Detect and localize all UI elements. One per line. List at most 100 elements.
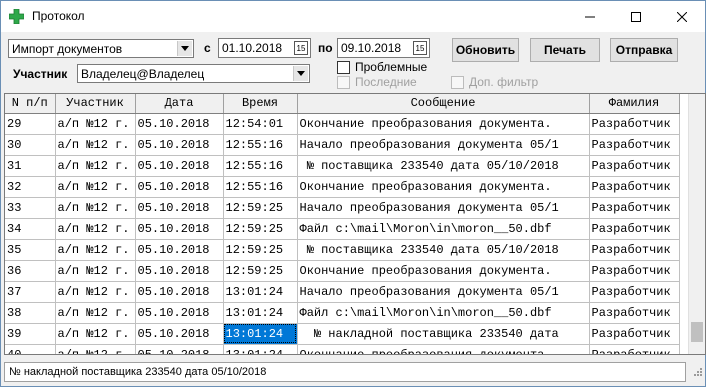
table-row[interactable]: 35 а/п №12 г. 05.10.2018 12:59:25 № поставщ… [5,239,680,261]
column-header[interactable]: Фамилия [589,94,680,114]
table-cell[interactable]: а/п №12 г. [55,134,136,156]
table-cell[interactable]: 12:59:25 [223,239,298,261]
close-button[interactable] [659,1,705,32]
table-cell[interactable]: № поставщика 233540 дата 05/10/2018 [297,239,590,261]
checkbox-box[interactable] [337,75,350,89]
date-from-field[interactable]: 01.10.2018 15 [218,38,311,58]
table-cell[interactable]: Разработчик [589,344,680,354]
table-cell[interactable]: 05.10.2018 [135,344,224,354]
table-row[interactable]: 40 а/п №12 г. 05.10.2018 13:01:24 Окончание … [5,344,680,354]
table-cell[interactable]: а/п №12 г. [55,344,136,354]
table-cell[interactable]: 33 [5,197,56,219]
column-header[interactable]: Дата [135,94,224,114]
table-cell[interactable]: 29 [5,113,56,135]
table-cell[interactable]: Файл c:\mail\Moron\in\moron__50.dbf [297,302,590,324]
protocol-table[interactable]: N п/п Участник Дата Время Сообщение Фамилия 2… [4,93,706,355]
table-cell[interactable]: № накладной поставщика 233540 дата [297,323,590,345]
column-header[interactable]: N п/п [5,94,56,114]
refresh-button[interactable]: Обновить [452,38,519,62]
table-cell[interactable]: а/п №12 г. [55,281,136,303]
table-cell[interactable]: а/п №12 г. [55,323,136,345]
table-cell[interactable]: 32 [5,176,56,198]
minimize-button[interactable] [567,1,613,32]
participant-select[interactable]: Владелец@Владелец [77,64,310,83]
table-cell[interactable]: Разработчик [589,134,680,156]
table-cell[interactable]: Окончание преобразования документа. [297,344,590,354]
table-row[interactable]: 38 а/п №12 г. 05.10.2018 13:01:24 Файл c:\ma… [5,302,680,324]
table-cell[interactable]: 12:54:01 [223,113,298,135]
extra-filter-checkbox[interactable]: Доп. фильтр [451,75,538,89]
table-cell[interactable]: 05.10.2018 [135,134,224,156]
title-bar[interactable]: Протокол [1,1,705,32]
table-cell[interactable]: 05.10.2018 [135,239,224,261]
problem-checkbox[interactable]: Проблемные [337,60,427,74]
table-cell[interactable]: Разработчик [589,260,680,282]
table-cell[interactable]: а/п №12 г. [55,302,136,324]
table-row[interactable]: 33 а/п №12 г. 05.10.2018 12:59:25 Начало пре… [5,197,680,219]
recent-checkbox[interactable]: Последние [337,75,417,89]
table-cell[interactable]: 05.10.2018 [135,155,224,177]
table-cell[interactable]: 05.10.2018 [135,260,224,282]
table-row[interactable]: 30 а/п №12 г. 05.10.2018 12:55:16 Начало пре… [5,134,680,156]
table-cell[interactable]: Начало преобразования документа 05/1 [297,197,590,219]
table-cell[interactable]: 13:01:24 [223,323,298,345]
table-cell[interactable]: 12:59:25 [223,197,298,219]
table-cell[interactable]: Разработчик [589,302,680,324]
table-cell[interactable]: а/п №12 г. [55,239,136,261]
table-row[interactable]: 39 а/п №12 г. 05.10.2018 13:01:24 № накладн… [5,323,680,345]
table-cell[interactable]: 05.10.2018 [135,302,224,324]
table-cell[interactable]: 05.10.2018 [135,113,224,135]
table-cell[interactable]: 38 [5,302,56,324]
table-cell[interactable]: Окончание преобразования документа. [297,176,590,198]
table-cell[interactable]: 05.10.2018 [135,176,224,198]
table-cell[interactable]: 13:01:24 [223,302,298,324]
chevron-down-icon[interactable] [293,66,308,81]
table-row[interactable]: 36 а/п №12 г. 05.10.2018 12:59:25 Окончание … [5,260,680,282]
table-cell[interactable]: а/п №12 г. [55,113,136,135]
table-row[interactable]: 34 а/п №12 г. 05.10.2018 12:59:25 Файл c:\ma… [5,218,680,240]
column-header[interactable]: Участник [55,94,136,114]
print-button[interactable]: Печать [530,38,600,62]
calendar-icon[interactable]: 15 [294,41,308,55]
table-cell[interactable]: № поставщика 233540 дата 05/10/2018 [297,155,590,177]
table-cell[interactable]: 05.10.2018 [135,218,224,240]
checkbox-box[interactable] [337,60,350,74]
table-cell[interactable]: 34 [5,218,56,240]
table-cell[interactable]: 05.10.2018 [135,281,224,303]
table-cell[interactable]: а/п №12 г. [55,176,136,198]
calendar-icon[interactable]: 15 [413,41,427,55]
resize-grip-icon[interactable] [689,365,703,379]
table-cell[interactable]: Начало преобразования документа 05/1 [297,281,590,303]
table-cell[interactable]: 36 [5,260,56,282]
table-cell[interactable]: 39 [5,323,56,345]
vertical-scrollbar[interactable] [688,94,705,354]
table-cell[interactable]: 30 [5,134,56,156]
table-cell[interactable]: а/п №12 г. [55,218,136,240]
chevron-down-icon[interactable] [177,41,192,56]
table-cell[interactable]: Разработчик [589,323,680,345]
table-cell[interactable]: 13:01:24 [223,344,298,354]
table-cell[interactable]: 13:01:24 [223,281,298,303]
table-cell[interactable]: 12:55:16 [223,176,298,198]
table-cell[interactable]: Файл c:\mail\Moron\in\moron__50.dbf [297,218,590,240]
table-cell[interactable]: Разработчик [589,113,680,135]
table-cell[interactable]: Разработчик [589,239,680,261]
table-cell[interactable]: а/п №12 г. [55,260,136,282]
table-cell[interactable]: 12:55:16 [223,155,298,177]
column-header[interactable]: Сообщение [297,94,590,114]
table-cell[interactable]: Разработчик [589,176,680,198]
table-cell[interactable]: 12:59:25 [223,218,298,240]
table-cell[interactable]: а/п №12 г. [55,155,136,177]
type-select[interactable]: Импорт документов [8,39,194,58]
table-cell[interactable]: Разработчик [589,281,680,303]
table-cell[interactable]: 12:55:16 [223,134,298,156]
table-row[interactable]: 31 а/п №12 г. 05.10.2018 12:55:16 № поставщ… [5,155,680,177]
column-header[interactable]: Время [223,94,298,114]
table-cell[interactable]: 05.10.2018 [135,323,224,345]
table-cell[interactable]: Начало преобразования документа 05/1 [297,134,590,156]
table-cell[interactable]: Разработчик [589,218,680,240]
table-cell[interactable]: Разработчик [589,155,680,177]
maximize-button[interactable] [613,1,659,32]
table-cell[interactable]: 40 [5,344,56,354]
date-to-field[interactable]: 09.10.2018 15 [337,38,430,58]
